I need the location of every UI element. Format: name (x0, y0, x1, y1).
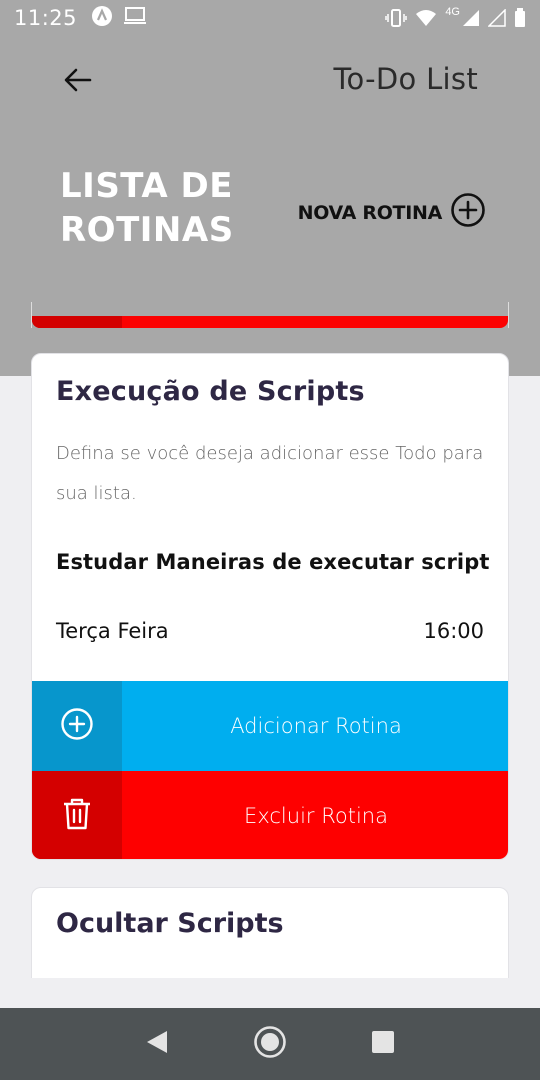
network-label: 4G (445, 6, 460, 18)
home-circle-icon (253, 1025, 287, 1064)
task-time: 16:00 (423, 619, 484, 643)
nav-recents-button[interactable] (359, 1020, 407, 1068)
add-routine-label: Adicionar Rotina (230, 714, 402, 738)
trash-icon (62, 797, 92, 836)
plus-circle-icon (450, 192, 486, 233)
card-title: Execução de Scripts (56, 376, 365, 407)
add-icon-cell (32, 681, 122, 771)
task-name: Estudar Maneiras de executar script (56, 550, 490, 574)
new-routine-label: NOVA ROTINA (297, 201, 443, 224)
status-bar: 11:25 4G (0, 0, 540, 36)
previous-card-edge (31, 302, 509, 328)
card-description: Defina se você deseja adicionar esse Tod… (56, 443, 484, 504)
recents-square-icon (371, 1030, 395, 1059)
network-type: 4G (445, 6, 460, 24)
battery-icon (514, 8, 526, 28)
status-time: 11:25 (14, 6, 78, 30)
arrow-left-icon (64, 68, 92, 97)
status-left-icons (91, 5, 147, 32)
card2-title: Ocultar Scripts (56, 908, 284, 939)
navigation-bar (0, 1008, 540, 1080)
delete-routine-button[interactable]: Excluir Rotina (32, 771, 508, 859)
screen-cast-icon (123, 6, 147, 31)
vibrate-icon (385, 8, 408, 28)
previous-card-delete-icon-strip (32, 316, 122, 328)
wifi-icon (415, 9, 437, 27)
new-routine-button[interactable]: NOVA ROTINA (298, 192, 486, 233)
nav-home-button[interactable] (246, 1020, 294, 1068)
plus-circle-icon (60, 707, 94, 746)
task-day: Terça Feira (56, 619, 169, 643)
delete-icon-cell (32, 771, 122, 859)
screen: 11:25 4G To-Do List LISTA DE ROTINAS NOV… (0, 0, 540, 1080)
add-routine-button[interactable]: Adicionar Rotina (32, 681, 508, 771)
back-triangle-icon (145, 1029, 169, 1060)
app-title: To-Do List (333, 62, 478, 96)
back-button[interactable] (60, 64, 96, 100)
routine-card: Execução de Scripts Defina se você desej… (31, 353, 509, 860)
nav-back-button[interactable] (133, 1020, 181, 1068)
signal-icon (462, 9, 480, 27)
status-right-icons: 4G (385, 6, 526, 28)
list-bottom-edge (0, 978, 540, 1008)
signal-empty-icon (488, 9, 506, 27)
delete-routine-label: Excluir Rotina (244, 804, 388, 828)
page-title: LISTA DE ROTINAS (60, 166, 234, 250)
app-notification-icon (91, 5, 113, 32)
